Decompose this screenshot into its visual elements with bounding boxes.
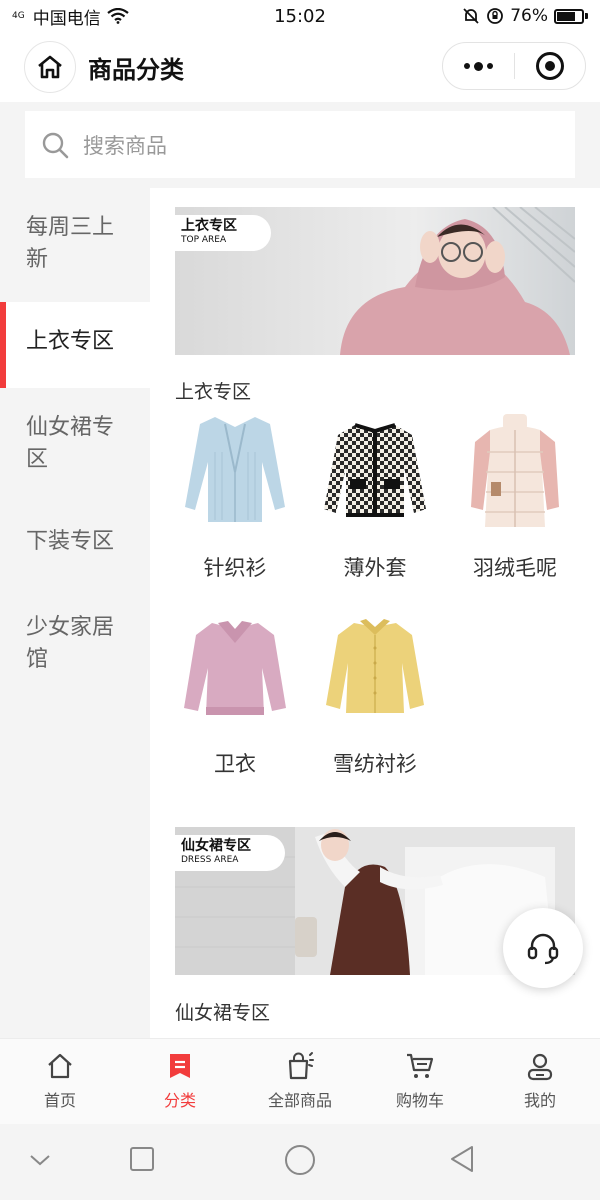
section-title-tops: 上衣专区 [175, 381, 252, 403]
battery-icon [554, 8, 588, 24]
chevron-down-icon[interactable] [28, 1152, 52, 1168]
tab-label: 购物车 [395, 1091, 444, 1110]
category-down-coat[interactable]: 羽绒毛呢 [445, 412, 585, 582]
sidebar-item-label: 上衣专区 [26, 329, 115, 354]
category-label: 羽绒毛呢 [473, 556, 557, 580]
tweed-jacket-image [315, 412, 435, 532]
section-title-dresses: 仙女裙专区 [175, 1002, 271, 1024]
sidebar-item-tops[interactable]: 上衣专区 [0, 302, 150, 388]
home-circle-icon[interactable] [284, 1144, 316, 1176]
page-title: 商品分类 [88, 55, 184, 84]
system-navigation-bar [0, 1124, 600, 1200]
target-icon [535, 52, 564, 80]
network-type: 4G [12, 10, 25, 21]
banner-tag-subtitle: TOP AREA [181, 235, 227, 245]
bottom-tab-bar: 首页 分类 全部商品 购物车 我的 [0, 1038, 600, 1124]
search-area: 搜索商品 [0, 102, 600, 188]
mute-bell-icon [463, 8, 479, 24]
category-icon [170, 1054, 190, 1078]
home-button[interactable] [24, 41, 76, 93]
battery-percent: 76% [510, 6, 548, 26]
down-coat-image [455, 412, 575, 532]
category-tweed-jacket[interactable]: 薄外套 [305, 412, 445, 582]
category-label: 卫衣 [214, 752, 256, 776]
header: 商品分类 [0, 32, 600, 102]
tab-label: 首页 [43, 1091, 76, 1110]
rotation-lock-icon [487, 8, 504, 24]
user-icon [527, 1053, 553, 1081]
chiffon-shirt-image [315, 608, 435, 728]
tab-label: 全部商品 [267, 1091, 332, 1110]
search-placeholder: 搜索商品 [83, 133, 167, 158]
mini-program-capsule [442, 42, 586, 90]
banner-tag-title: 上衣专区 [181, 218, 237, 234]
sidebar-item-label: 每周三上新 [26, 215, 115, 272]
banner-tag-subtitle: DRESS AREA [181, 855, 239, 865]
active-indicator [0, 302, 6, 388]
sidebar-item-bottoms[interactable]: 下装专区 [0, 502, 150, 588]
sweatshirt-image [175, 608, 295, 728]
recent-apps-icon[interactable] [129, 1146, 155, 1172]
status-bar: 4G 中国电信 15:02 76% [0, 0, 600, 32]
category-sweatshirt[interactable]: 卫衣 [165, 608, 305, 778]
more-button[interactable] [443, 43, 514, 89]
tab-label: 我的 [523, 1091, 556, 1110]
more-dots-icon [463, 61, 493, 71]
close-mini-program-button[interactable] [515, 43, 586, 89]
sidebar-item-label: 下装专区 [26, 529, 115, 554]
sidebar-item-dresses[interactable]: 仙女裙专区 [0, 388, 150, 502]
category-label: 针织衫 [203, 556, 267, 580]
back-icon[interactable] [448, 1144, 476, 1174]
banner-tag: 上衣专区 TOP AREA [175, 215, 271, 251]
customer-service-button[interactable] [503, 908, 583, 988]
banner-tops[interactable]: 上衣专区 TOP AREA [175, 207, 575, 355]
home-icon [48, 1053, 72, 1079]
shopping-bag-icon [288, 1052, 314, 1080]
search-input[interactable]: 搜索商品 [25, 111, 575, 178]
category-knit-cardigan[interactable]: 针织衫 [165, 412, 305, 582]
sidebar-item-home-wear[interactable]: 少女家居馆 [0, 588, 150, 702]
tab-all-products[interactable]: 全部商品 [240, 1039, 360, 1124]
category-label: 雪纺衬衫 [333, 752, 417, 776]
tab-label: 分类 [163, 1091, 196, 1110]
wifi-icon [107, 8, 129, 24]
tab-home[interactable]: 首页 [0, 1039, 120, 1124]
search-icon [42, 132, 69, 158]
headset-icon [527, 933, 559, 965]
sidebar-item-label: 仙女裙专区 [26, 415, 115, 472]
category-sidebar: 每周三上新 上衣专区 仙女裙专区 下装专区 少女家居馆 [0, 188, 150, 1038]
cart-icon [407, 1053, 434, 1078]
tab-cart[interactable]: 购物车 [360, 1039, 480, 1124]
clock: 15:02 [274, 5, 326, 27]
tab-profile[interactable]: 我的 [480, 1039, 600, 1124]
category-label: 薄外套 [343, 556, 407, 580]
category-chiffon-shirt[interactable]: 雪纺衬衫 [305, 608, 445, 778]
sidebar-item-weekly-new[interactable]: 每周三上新 [0, 188, 150, 302]
home-icon [38, 55, 62, 79]
knit-cardigan-image [175, 412, 295, 532]
carrier-name: 中国电信 [32, 8, 101, 29]
tab-category[interactable]: 分类 [120, 1039, 240, 1124]
banner-tag-title: 仙女裙专区 [181, 838, 251, 854]
sidebar-item-label: 少女家居馆 [26, 615, 115, 672]
banner-tag: 仙女裙专区 DRESS AREA [175, 835, 285, 871]
